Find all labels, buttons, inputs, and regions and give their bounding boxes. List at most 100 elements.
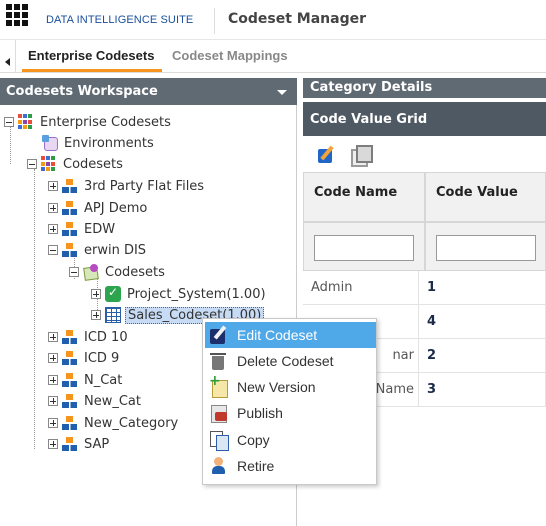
tree-node-label: Codesets (63, 156, 123, 172)
tree-node-label: N_Cat (84, 372, 123, 388)
tree-node-sap[interactable]: SAP (48, 434, 109, 454)
expand-toggle-icon[interactable] (91, 310, 101, 320)
tree-node-new-cat[interactable]: New_Cat (48, 391, 141, 411)
tree-node-icd-9[interactable]: ICD 9 (48, 348, 119, 368)
environment-db-icon (42, 135, 58, 151)
expand-toggle-icon[interactable] (48, 181, 58, 191)
network-node-icon (62, 350, 78, 366)
collapse-toggle-icon[interactable] (69, 267, 79, 277)
category-details-header[interactable]: Category Details (303, 78, 546, 98)
app-window: DATA INTELLIGENCE SUITE Codeset Manager … (0, 0, 546, 526)
column-header-code-value[interactable]: Code Value (425, 172, 546, 222)
published-check-icon (105, 285, 121, 302)
network-node-icon (62, 200, 78, 216)
expand-toggle-icon[interactable] (91, 289, 101, 299)
cell-code-name[interactable]: Admin (303, 271, 419, 305)
codeset-folder-icon (83, 264, 99, 280)
brand-title: DATA INTELLIGENCE SUITE (46, 14, 194, 26)
menu-item-copy[interactable]: Copy (205, 427, 376, 453)
tree-node-n-cat[interactable]: N_Cat (48, 370, 122, 390)
tree-node-enterprise-codesets[interactable]: Enterprise Codesets (4, 112, 171, 132)
network-node-icon (62, 221, 78, 237)
expand-toggle-icon[interactable] (48, 375, 58, 385)
new-version-icon (209, 373, 229, 398)
workspace-header: Codesets Workspace (0, 78, 297, 105)
tree-node-label: Enterprise Codesets (40, 114, 171, 130)
menu-item-edit-codeset[interactable]: Edit Codeset (205, 322, 376, 348)
tree-node-project-system[interactable]: Project_System(1.00) (91, 284, 266, 304)
menu-item-delete-codeset[interactable]: Delete Codeset (205, 348, 376, 374)
network-node-icon (62, 415, 78, 431)
tree-connector (10, 127, 11, 164)
cell-code-value[interactable]: 2 (419, 339, 546, 373)
tree-node-erwin-dis[interactable]: erwin DIS (48, 240, 146, 260)
retire-icon (209, 456, 229, 476)
tree-node-environments[interactable]: Environments (42, 133, 154, 153)
expand-toggle-icon[interactable] (48, 224, 58, 234)
tab-enterprise-codesets[interactable]: Enterprise Codesets (28, 48, 154, 63)
code-value-grid-header: Code Value Grid (303, 102, 546, 136)
menu-item-new-version[interactable]: New Version (205, 373, 376, 400)
tree-node-label: SAP (84, 436, 110, 452)
menu-item-label: Edit Codeset (237, 327, 318, 343)
tree-node-edw[interactable]: EDW (48, 219, 115, 239)
expand-toggle-icon[interactable] (48, 396, 58, 406)
tree-node-label: New_Category (84, 415, 179, 431)
copy-icon[interactable] (349, 145, 373, 167)
tree-node-erwin-codesets[interactable]: Codesets (69, 262, 165, 282)
tree-node-label: ICD 10 (84, 329, 128, 345)
header-divider (214, 8, 215, 34)
code-name-filter-input[interactable] (314, 235, 414, 261)
menu-item-label: Retire (237, 458, 275, 474)
tree-node-label: ICD 9 (84, 350, 120, 366)
tree-node-label: EDW (84, 221, 116, 237)
menu-item-label: Delete Codeset (237, 353, 334, 369)
menu-item-label: Publish (237, 405, 283, 421)
publish-icon (209, 403, 229, 423)
menu-item-publish[interactable]: Publish (205, 400, 376, 426)
tree-node-icd-10[interactable]: ICD 10 (48, 327, 128, 347)
tree-node-3rd-party-flat-files[interactable]: 3rd Party Flat Files (48, 176, 204, 196)
expand-toggle-icon[interactable] (48, 203, 58, 213)
collapse-toggle-icon[interactable] (27, 159, 37, 169)
tree-node-new-category[interactable]: New_Category (48, 413, 178, 433)
grid-toolbar (303, 136, 546, 172)
chevron-down-icon[interactable] (277, 90, 287, 95)
cell-code-value[interactable]: 3 (419, 373, 546, 407)
tree-node-apj-demo[interactable]: APJ Demo (48, 198, 147, 218)
tree-node-label: Project_System(1.00) (127, 286, 266, 302)
context-menu: Edit Codeset Delete Codeset New Version … (202, 318, 377, 485)
top-header: DATA INTELLIGENCE SUITE Codeset Manager (0, 0, 546, 40)
network-node-icon (62, 329, 78, 345)
tree-node-codesets[interactable]: Codesets (27, 154, 123, 174)
column-header-code-name[interactable]: Code Name (303, 172, 425, 222)
tree-node-label: APJ Demo (84, 200, 148, 216)
expand-toggle-icon[interactable] (48, 439, 58, 449)
tab-codeset-mappings[interactable]: Codeset Mappings (172, 48, 288, 63)
menu-item-retire[interactable]: Retire (205, 453, 376, 479)
table-icon (105, 307, 121, 323)
tree-node-label: Codesets (105, 264, 165, 280)
edit-icon[interactable] (317, 145, 337, 165)
cell-code-value[interactable]: 4 (419, 305, 546, 339)
expand-toggle-icon[interactable] (48, 332, 58, 342)
expand-toggle-icon[interactable] (48, 418, 58, 428)
collapse-toggle-icon[interactable] (48, 245, 58, 255)
enterprise-grid-icon (41, 156, 57, 172)
tree-node-label: 3rd Party Flat Files (84, 178, 205, 194)
tab-bar: Enterprise Codesets Codeset Mappings (0, 40, 546, 73)
tree-node-label: erwin DIS (84, 242, 147, 258)
collapse-toggle-icon[interactable] (4, 117, 14, 127)
network-node-icon (62, 178, 78, 194)
enterprise-grid-icon (18, 114, 34, 130)
menu-item-label: Copy (237, 432, 270, 448)
app-launcher-icon[interactable] (6, 4, 28, 26)
expand-toggle-icon[interactable] (48, 353, 58, 363)
network-node-icon (62, 436, 78, 452)
edit-codeset-icon (209, 325, 229, 345)
module-title: Codeset Manager (228, 11, 367, 27)
cell-code-value[interactable]: 1 (419, 271, 546, 305)
collapse-panel-icon[interactable] (0, 40, 16, 72)
copy-icon (209, 430, 229, 451)
code-value-filter-input[interactable] (436, 235, 536, 261)
